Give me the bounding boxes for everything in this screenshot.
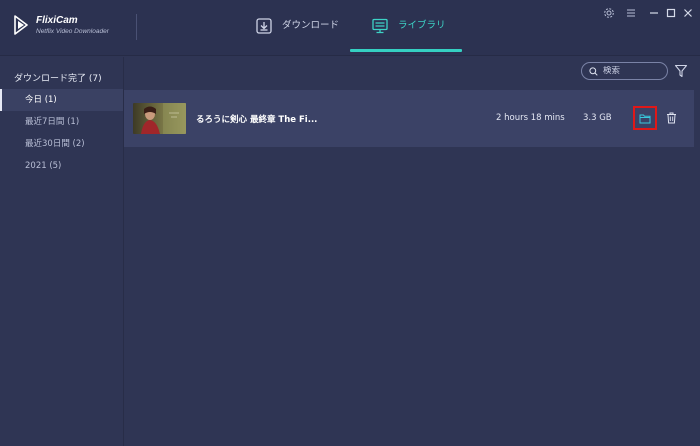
- settings-button[interactable]: [603, 7, 615, 19]
- gear-icon: [604, 8, 614, 18]
- app-subtitle: Netflix Video Downloader: [36, 28, 109, 35]
- monitor-icon: [372, 18, 388, 34]
- menu-icon: [627, 9, 635, 17]
- sidebar-item-today[interactable]: 今日 (1): [0, 89, 123, 111]
- tab-download[interactable]: ダウンロード: [256, 18, 339, 48]
- library-row[interactable]: るろうに剣心 最終章 The Fi... 2 hours 18 mins 3.3…: [124, 90, 694, 147]
- video-duration: 2 hours 18 mins: [496, 113, 565, 123]
- sidebar-item-last-30-days[interactable]: 最近30日間 (2): [0, 133, 123, 155]
- sidebar-heading: ダウンロード完了 (7): [14, 74, 102, 84]
- filter-icon[interactable]: [674, 64, 688, 78]
- tab-library-label: ライブラリ: [398, 20, 446, 31]
- tab-library[interactable]: ライブラリ: [372, 18, 446, 48]
- search-input[interactable]: [603, 66, 663, 76]
- delete-button[interactable]: [664, 110, 678, 126]
- tab-download-label: ダウンロード: [282, 20, 340, 31]
- sidebar: ダウンロード完了 (7) 今日 (1) 最近7日間 (1) 最近30日間 (2)…: [0, 57, 124, 446]
- video-title: るろうに剣心 最終章 The Fi...: [196, 115, 318, 125]
- sidebar-item-2021[interactable]: 2021 (5): [0, 155, 123, 177]
- folder-icon: [639, 114, 651, 123]
- menu-button[interactable]: [625, 7, 637, 19]
- close-button[interactable]: [682, 7, 694, 19]
- title-divider: [136, 14, 137, 40]
- app-name: FlixiCam: [36, 15, 78, 26]
- flixicam-logo-icon: [14, 15, 28, 35]
- video-thumbnail: [133, 103, 186, 134]
- maximize-button[interactable]: [665, 7, 677, 19]
- active-tab-indicator: [350, 49, 462, 52]
- close-icon: [684, 9, 692, 17]
- title-bar: FlixiCam Netflix Video Downloader ダウンロード…: [0, 0, 700, 56]
- download-icon: [256, 18, 272, 34]
- minimize-button[interactable]: [648, 7, 660, 19]
- video-size: 3.3 GB: [583, 113, 612, 123]
- open-folder-button[interactable]: [633, 106, 657, 130]
- maximize-icon: [666, 8, 676, 18]
- search-box[interactable]: [581, 62, 668, 80]
- minimize-icon: [650, 12, 658, 14]
- search-icon: [589, 66, 598, 76]
- sidebar-item-last-7-days[interactable]: 最近7日間 (1): [0, 111, 123, 133]
- trash-icon: [666, 112, 676, 124]
